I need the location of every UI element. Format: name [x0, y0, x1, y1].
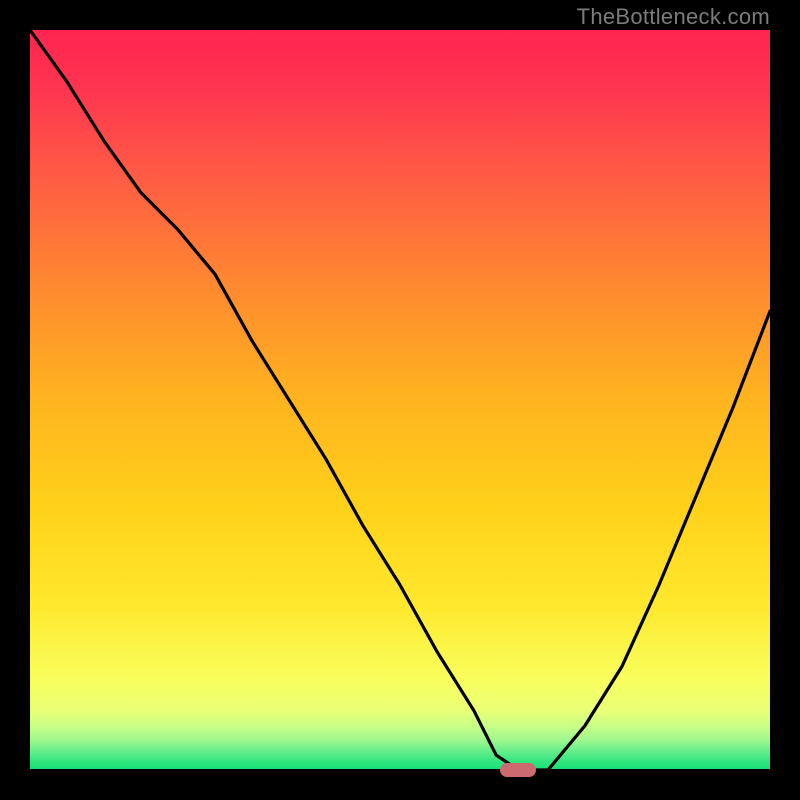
minimum-marker [500, 763, 536, 777]
bottleneck-curve [30, 30, 770, 770]
chart-frame: TheBottleneck.com [0, 0, 800, 800]
watermark-text: TheBottleneck.com [577, 4, 770, 30]
